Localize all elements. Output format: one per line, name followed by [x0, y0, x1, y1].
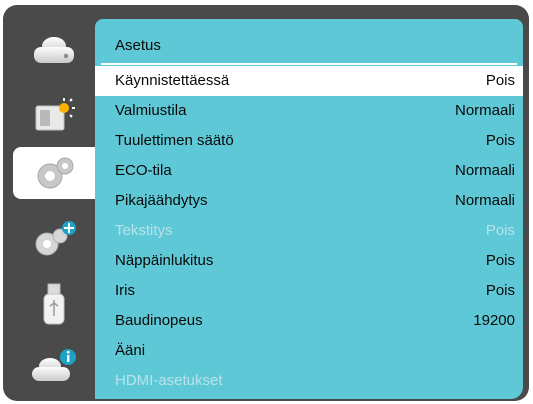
- menu-item-label: Tuulettimen säätö: [115, 132, 234, 149]
- menu-item-value: Pois: [485, 222, 515, 239]
- menu-item-aani[interactable]: Ääni: [95, 336, 523, 366]
- menu-item-label: Iris: [115, 282, 135, 299]
- picture-brightness-icon: [35, 98, 75, 131]
- menu-item-value: 19200: [473, 312, 515, 329]
- menu-item-label: ECO-tila: [115, 162, 172, 179]
- menu-item-value: Pois: [485, 282, 515, 299]
- settings-gears-icon: [37, 157, 74, 189]
- sidebar-tab-settings[interactable]: [13, 147, 97, 199]
- menu-item-value: Normaali: [454, 102, 515, 119]
- sidebar-tab-input[interactable]: [13, 23, 95, 75]
- camera-icon: [34, 37, 74, 63]
- sidebar: [3, 5, 97, 401]
- menu-item-label: Näppäinlukitus: [115, 252, 214, 269]
- menu-item-label: Käynnistettäessä: [115, 72, 230, 89]
- menu-item-label: Pikajäähdytys: [115, 192, 208, 209]
- menu-item-label: Valmiustila: [115, 102, 187, 119]
- menu-item-value: Normaali: [454, 162, 515, 179]
- sidebar-tab-expanded-settings[interactable]: [13, 213, 95, 265]
- menu-item-value: Pois: [485, 252, 515, 269]
- title-divider: [101, 63, 517, 65]
- sidebar-tab-picture[interactable]: [13, 89, 95, 141]
- menu-item-value: Pois: [485, 132, 515, 149]
- menu-item-hdmi-asetukset: HDMI-asetukset: [95, 366, 523, 396]
- menu-item-value: Normaali: [454, 192, 515, 209]
- menu-item-valmiustila[interactable]: Valmiustila Normaali: [95, 96, 523, 126]
- menu-item-label: HDMI-asetukset: [115, 372, 223, 389]
- sidebar-tab-info[interactable]: [13, 339, 95, 391]
- menu-title: Asetus: [115, 37, 161, 54]
- menu-item-label: Baudinopeus: [115, 312, 203, 329]
- menu-item-tuulettimen-saato[interactable]: Tuulettimen säätö Pois: [95, 126, 523, 156]
- menu-item-pikajaahdytys[interactable]: Pikajäähdytys Normaali: [95, 186, 523, 216]
- settings-panel: Asetus Käynnistettäessä Pois Valmiustila…: [95, 19, 523, 399]
- menu-item-iris[interactable]: Iris Pois: [95, 276, 523, 306]
- menu-item-label: Tekstitys: [115, 222, 173, 239]
- osd-menu-frame: Asetus Käynnistettäessä Pois Valmiustila…: [3, 5, 529, 401]
- info-icon: [32, 349, 76, 381]
- menu-item-baudinopeus[interactable]: Baudinopeus 19200: [95, 306, 523, 336]
- menu-item-label: Ääni: [115, 342, 146, 359]
- sidebar-tab-usb[interactable]: [13, 279, 95, 331]
- menu-item-eco-tila[interactable]: ECO-tila Normaali: [95, 156, 523, 186]
- menu-item-tekstitys: Tekstitys Pois: [95, 216, 523, 246]
- menu-item-value: Pois: [485, 72, 515, 89]
- menu-item-nappainlukitus[interactable]: Näppäinlukitus Pois: [95, 246, 523, 276]
- menu-item-kaynnistettaessa[interactable]: Käynnistettäessä Pois: [95, 66, 523, 96]
- expanded-settings-icon: [35, 221, 76, 256]
- usb-icon: [43, 283, 65, 325]
